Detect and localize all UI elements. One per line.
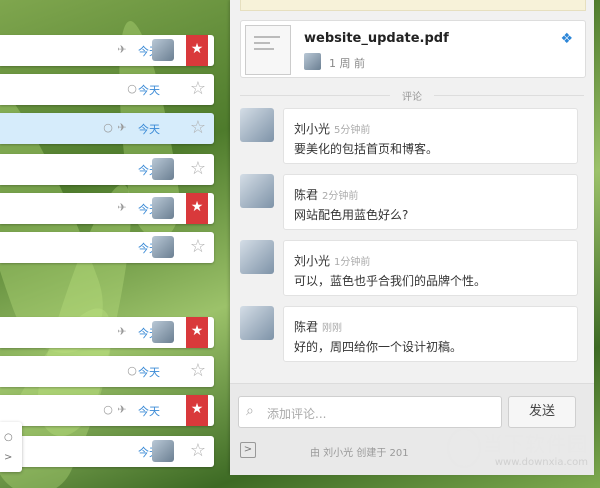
assignee-avatar (152, 440, 174, 462)
comment-bubble: 刘小光 1分钟前可以，蓝色也乎合我们的品牌个性。 (283, 240, 578, 296)
pin-icon: ✈ (117, 201, 127, 214)
watermark-url: www.downxia.com (494, 457, 588, 468)
popup-circle-icon: ○ (4, 432, 13, 443)
send-button[interactable]: 发送 (508, 396, 576, 428)
assignee-avatar (152, 158, 174, 180)
file-owner-avatar (304, 53, 321, 70)
watermark-logo-icon (447, 428, 481, 468)
task-row[interactable]: 今天 ☆ (0, 436, 214, 467)
starred-flag-icon[interactable]: ★ (186, 35, 208, 66)
task-row[interactable]: 今天 ☆ (0, 232, 214, 263)
starred-flag-icon[interactable]: ★ (186, 395, 208, 426)
task-row[interactable]: ○ 今天 ☆ (0, 74, 214, 105)
paperclip-icon[interactable]: ⌕ (246, 403, 254, 419)
comment-bubble-icon: ○ (127, 364, 137, 377)
star-icon[interactable]: ☆ (190, 80, 206, 98)
file-thumbnail (245, 25, 291, 75)
watermark: 当下软件园 www.downxia.com (447, 428, 588, 468)
comment-text: 可以，蓝色也乎合我们的品牌个性。 (294, 274, 487, 288)
watermark-text: 当下软件园 (483, 432, 588, 456)
comment-text: 网站配色用蓝色好么? (294, 208, 409, 222)
star-icon[interactable]: ☆ (190, 119, 206, 137)
task-row[interactable]: ✈ 今天 ★ (0, 193, 214, 224)
comment-author: 陈君 (294, 320, 319, 334)
starred-flag-icon[interactable]: ★ (186, 193, 208, 224)
popup-chevron-icon: > (4, 452, 13, 463)
task-row[interactable]: ○ 今天 ☆ (0, 356, 214, 387)
commenter-avatar (240, 240, 274, 274)
star-icon[interactable]: ☆ (190, 238, 206, 256)
comment-text: 好的，周四给你一个设计初稿。 (294, 340, 463, 354)
pin-icon: ✈ (117, 325, 127, 338)
task-row[interactable]: 今天 ☆ (0, 154, 214, 185)
comments-divider: 评论 (240, 88, 584, 103)
comment-input[interactable]: ⌕ 添加评论... (238, 396, 502, 428)
comment-text: 要美化的包括首页和博客。 (294, 142, 439, 156)
comment-bubble: 陈君 2分钟前网站配色用蓝色好么? (283, 174, 578, 230)
task-row[interactable]: ✈ 今天 ★ (0, 317, 214, 348)
starred-flag-icon[interactable]: ★ (186, 317, 208, 348)
popup-fragment: ○ > (0, 422, 22, 472)
comment-time: 刚刚 (322, 323, 343, 334)
note-area (240, 0, 586, 11)
comment-time: 5分钟前 (334, 125, 371, 136)
file-name[interactable]: website_update.pdf (304, 31, 449, 46)
commenter-avatar (240, 108, 274, 142)
assignee-avatar (152, 236, 174, 258)
task-due-date: 今天 (138, 366, 160, 379)
comment-bubble-icon: ○ (127, 82, 137, 95)
attached-file[interactable]: website_update.pdf 1 周 前 ❖ (240, 20, 586, 78)
task-due-date: 今天 (138, 123, 160, 136)
star-icon[interactable]: ☆ (190, 160, 206, 178)
commenter-avatar (240, 174, 274, 208)
comment-author: 陈君 (294, 188, 319, 202)
comment-bubble: 陈君 刚刚好的，周四给你一个设计初稿。 (283, 306, 578, 362)
comment-time: 2分钟前 (322, 191, 359, 202)
task-row[interactable]: ○ ✈ 今天 ☆ (0, 113, 214, 144)
star-icon[interactable]: ☆ (190, 362, 206, 380)
comment-bubble-icon: ○ (103, 121, 113, 134)
task-due-date: 今天 (138, 84, 160, 97)
dropbox-icon[interactable]: ❖ (560, 31, 573, 47)
file-time: 1 周 前 (329, 57, 365, 70)
task-row[interactable]: ○ ✈ 今天 ★ (0, 395, 214, 426)
comments-label: 评论 (402, 92, 422, 103)
pin-icon: ✈ (117, 403, 127, 416)
task-due-date: 今天 (138, 405, 160, 418)
assignee-avatar (152, 39, 174, 61)
assignee-avatar (152, 321, 174, 343)
expand-icon[interactable]: > (240, 442, 256, 458)
pin-icon: ✈ (117, 43, 127, 56)
star-icon[interactable]: ☆ (190, 442, 206, 460)
commenter-avatar (240, 306, 274, 340)
creator-info: 由 刘小光 创建于 201 (310, 448, 409, 459)
comment-author: 刘小光 (294, 254, 331, 268)
comment-time: 1分钟前 (334, 257, 371, 268)
comment-input-placeholder[interactable]: 添加评论... (267, 405, 326, 422)
comment-bubble: 刘小光 5分钟前要美化的包括首页和博客。 (283, 108, 578, 164)
assignee-avatar (152, 197, 174, 219)
task-row[interactable]: ✈ 今天 ★ (0, 35, 214, 66)
comment-author: 刘小光 (294, 122, 331, 136)
task-detail-panel: website_update.pdf 1 周 前 ❖ 评论 刘小光 5分钟前 要美化… (230, 0, 594, 475)
comment-bubble-icon: ○ (103, 403, 113, 416)
pin-icon: ✈ (117, 121, 127, 134)
